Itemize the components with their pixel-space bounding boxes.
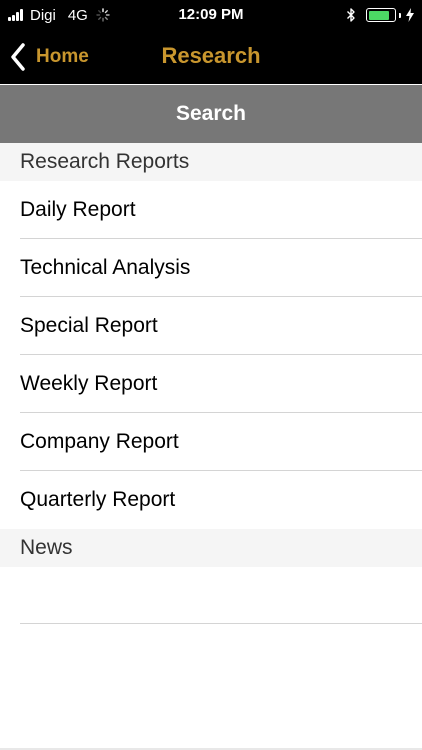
search-label: Search	[175, 102, 247, 125]
list-item-label: Special Report	[20, 314, 158, 337]
search-button[interactable]: Search	[0, 85, 422, 143]
list-item-company-report[interactable]: Company Report	[0, 413, 422, 471]
back-button-label: Home	[36, 46, 89, 67]
navigation-bar: Home Research	[0, 30, 422, 84]
row-divider	[20, 623, 422, 624]
back-button[interactable]: Home	[10, 40, 89, 74]
list-item-quarterly-report[interactable]: Quarterly Report	[0, 471, 422, 529]
battery-icon	[366, 8, 396, 22]
chevron-left-icon	[11, 43, 25, 71]
list-item-technical-analysis[interactable]: Technical Analysis	[0, 239, 422, 297]
battery-tip	[399, 12, 401, 18]
list-item-label: Technical Analysis	[20, 256, 191, 279]
empty-list-row	[0, 566, 422, 624]
list-item-label: Weekly Report	[20, 372, 158, 395]
list-item-daily-report[interactable]: Daily Report	[0, 181, 422, 239]
status-bar: Digi 4G 12:09 PM	[0, 0, 422, 30]
list-item-label: Daily Report	[20, 198, 136, 221]
section-header-research-reports: Research Reports	[0, 143, 422, 181]
section-title: Research Reports	[20, 150, 190, 173]
bluetooth-icon	[347, 8, 355, 22]
list-item-label: Company Report	[20, 430, 179, 453]
list-item-special-report[interactable]: Special Report	[0, 297, 422, 355]
charging-icon	[406, 8, 414, 22]
section-header-news: News	[0, 529, 422, 567]
list-item-label: Quarterly Report	[20, 488, 176, 511]
battery-level-fill	[368, 10, 389, 20]
list-item-weekly-report[interactable]: Weekly Report	[0, 355, 422, 413]
status-right	[346, 5, 414, 25]
section-title: News	[20, 536, 73, 559]
